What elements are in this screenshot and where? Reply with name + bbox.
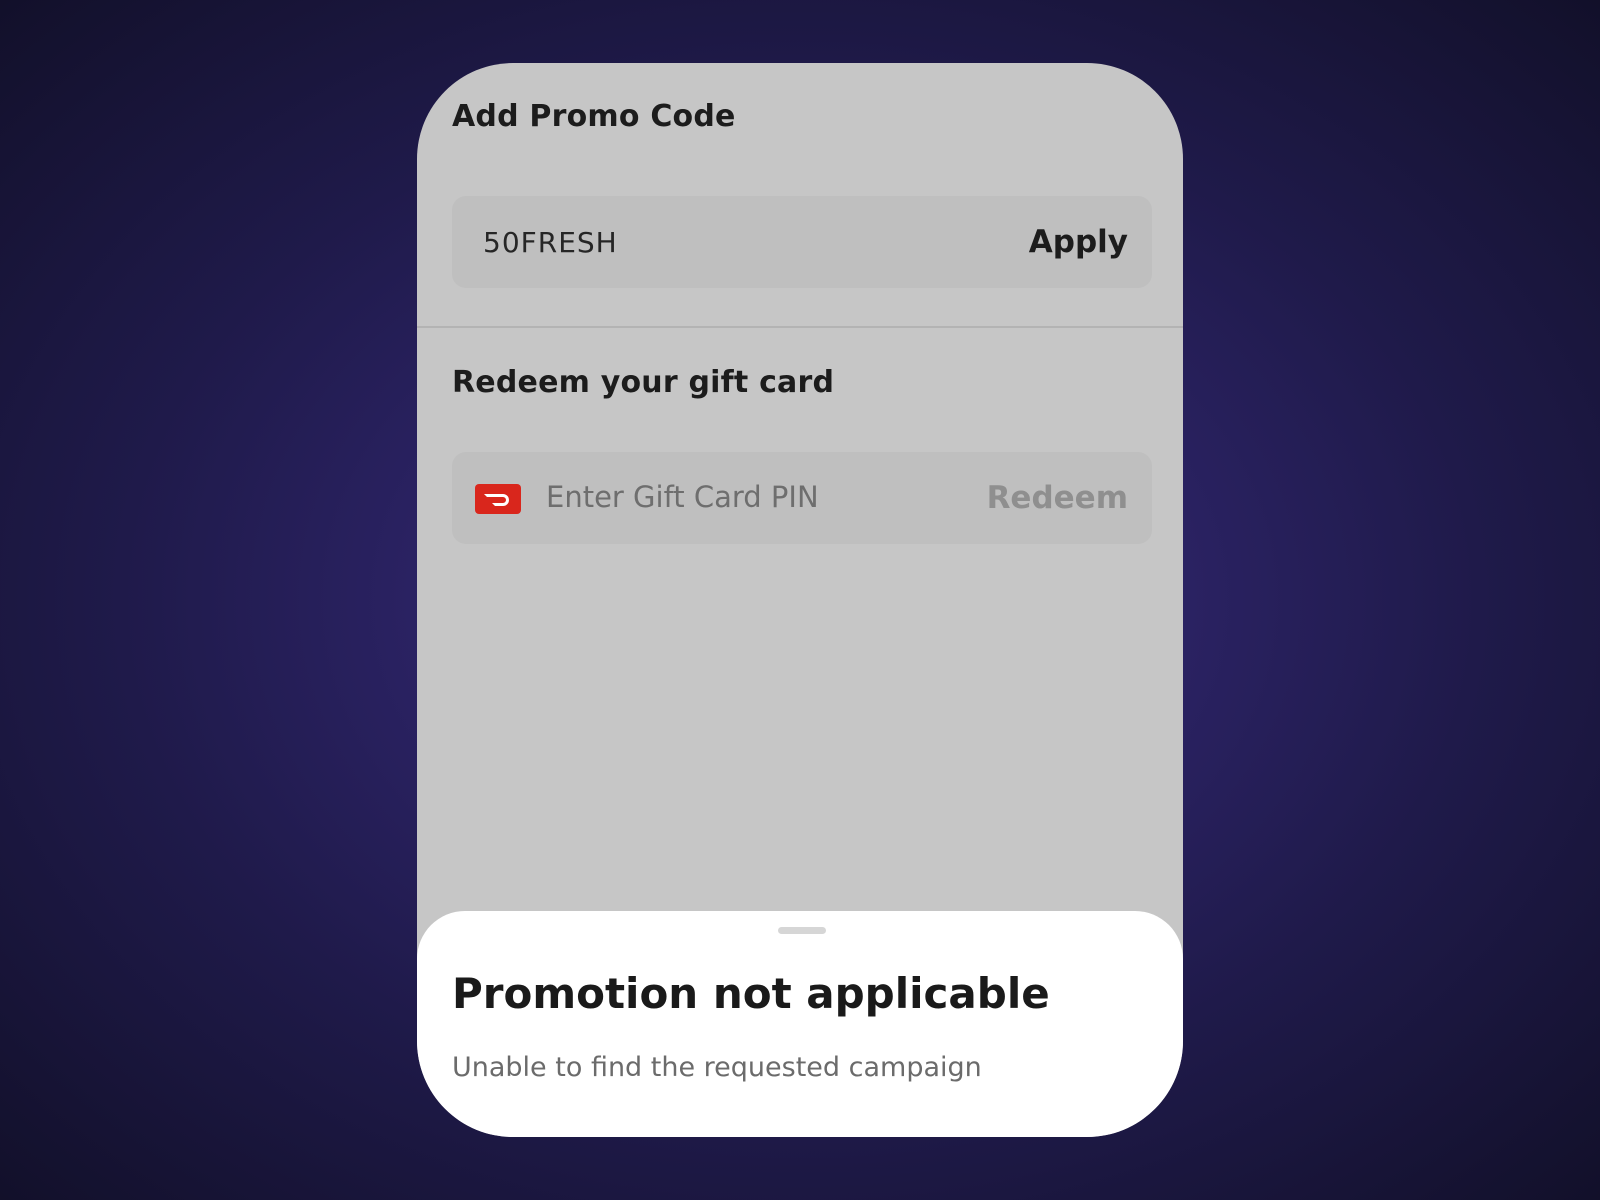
sheet-title: Promotion not applicable (452, 969, 1050, 1018)
apply-button[interactable]: Apply (1029, 224, 1128, 260)
promo-code-input[interactable]: 50FRESH (483, 226, 618, 259)
gift-card-section-title: Redeem your gift card (452, 365, 835, 400)
gift-card-pin-input[interactable]: Enter Gift Card PIN (546, 480, 819, 514)
promo-code-field[interactable]: 50FRESH Apply (452, 196, 1152, 288)
sheet-drag-handle[interactable] (778, 927, 826, 934)
phone-screen: Add Promo Code 50FRESH Apply Redeem your… (417, 63, 1183, 1137)
promo-section-title: Add Promo Code (452, 99, 736, 134)
gift-card-field[interactable]: Enter Gift Card PIN Redeem (452, 452, 1152, 544)
redeem-button[interactable]: Redeem (987, 480, 1128, 516)
sheet-message: Unable to find the requested campaign (452, 1052, 982, 1083)
error-bottom-sheet: Promotion not applicable Unable to find … (417, 911, 1183, 1137)
section-divider (417, 326, 1183, 328)
doordash-logo-icon (475, 484, 521, 514)
